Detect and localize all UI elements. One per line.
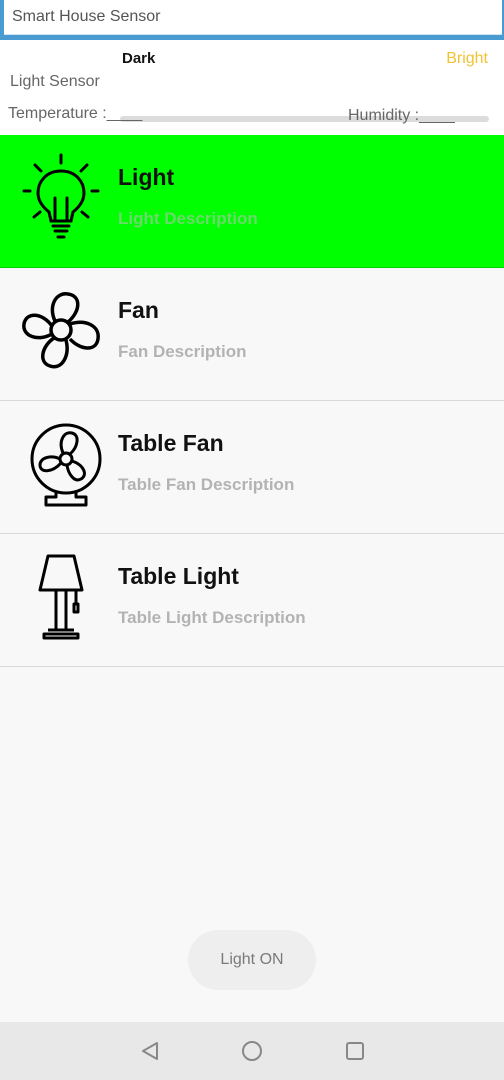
device-name: Fan: [118, 297, 159, 323]
device-row-table-light[interactable]: Table Light Table Light Description: [0, 534, 504, 667]
dark-label: Dark: [122, 50, 156, 67]
light-bulb-icon: [22, 153, 100, 239]
fan-icon: [22, 292, 100, 369]
device-description: Fan Description: [118, 342, 247, 361]
table-fan-icon: [30, 423, 102, 507]
device-row-fan[interactable]: Fan Fan Description: [0, 268, 504, 401]
device-row-table-fan[interactable]: Table Fan Table Fan Description: [0, 401, 504, 534]
title-bar: Smart House Sensor: [0, 0, 504, 40]
light-sensor-label: Light Sensor: [10, 73, 100, 90]
device-name: Table Light: [118, 563, 239, 589]
device-list: Light Light Description Fan Fan Descript…: [0, 135, 504, 667]
humidity-label: Humidity :____: [348, 107, 455, 124]
device-description: Table Light Description: [118, 608, 306, 627]
light-on-button[interactable]: Light ON: [188, 930, 316, 990]
device-description: Light Description: [118, 209, 258, 228]
device-description: Table Fan Description: [118, 475, 295, 494]
recents-icon[interactable]: [343, 1039, 367, 1063]
table-lamp-icon: [38, 554, 84, 640]
bright-label: Bright: [446, 50, 488, 67]
sensor-panel: Dark Bright Light Sensor Temperature :__…: [0, 40, 504, 135]
home-icon[interactable]: [240, 1039, 264, 1063]
title-text-field[interactable]: Smart House Sensor: [4, 0, 502, 35]
device-name: Table Fan: [118, 430, 224, 456]
system-nav-bar: [0, 1022, 504, 1080]
temperature-label: Temperature :____: [8, 105, 143, 122]
device-name: Light: [118, 164, 175, 190]
back-icon[interactable]: [138, 1039, 162, 1063]
device-row-light[interactable]: Light Light Description: [0, 135, 504, 268]
